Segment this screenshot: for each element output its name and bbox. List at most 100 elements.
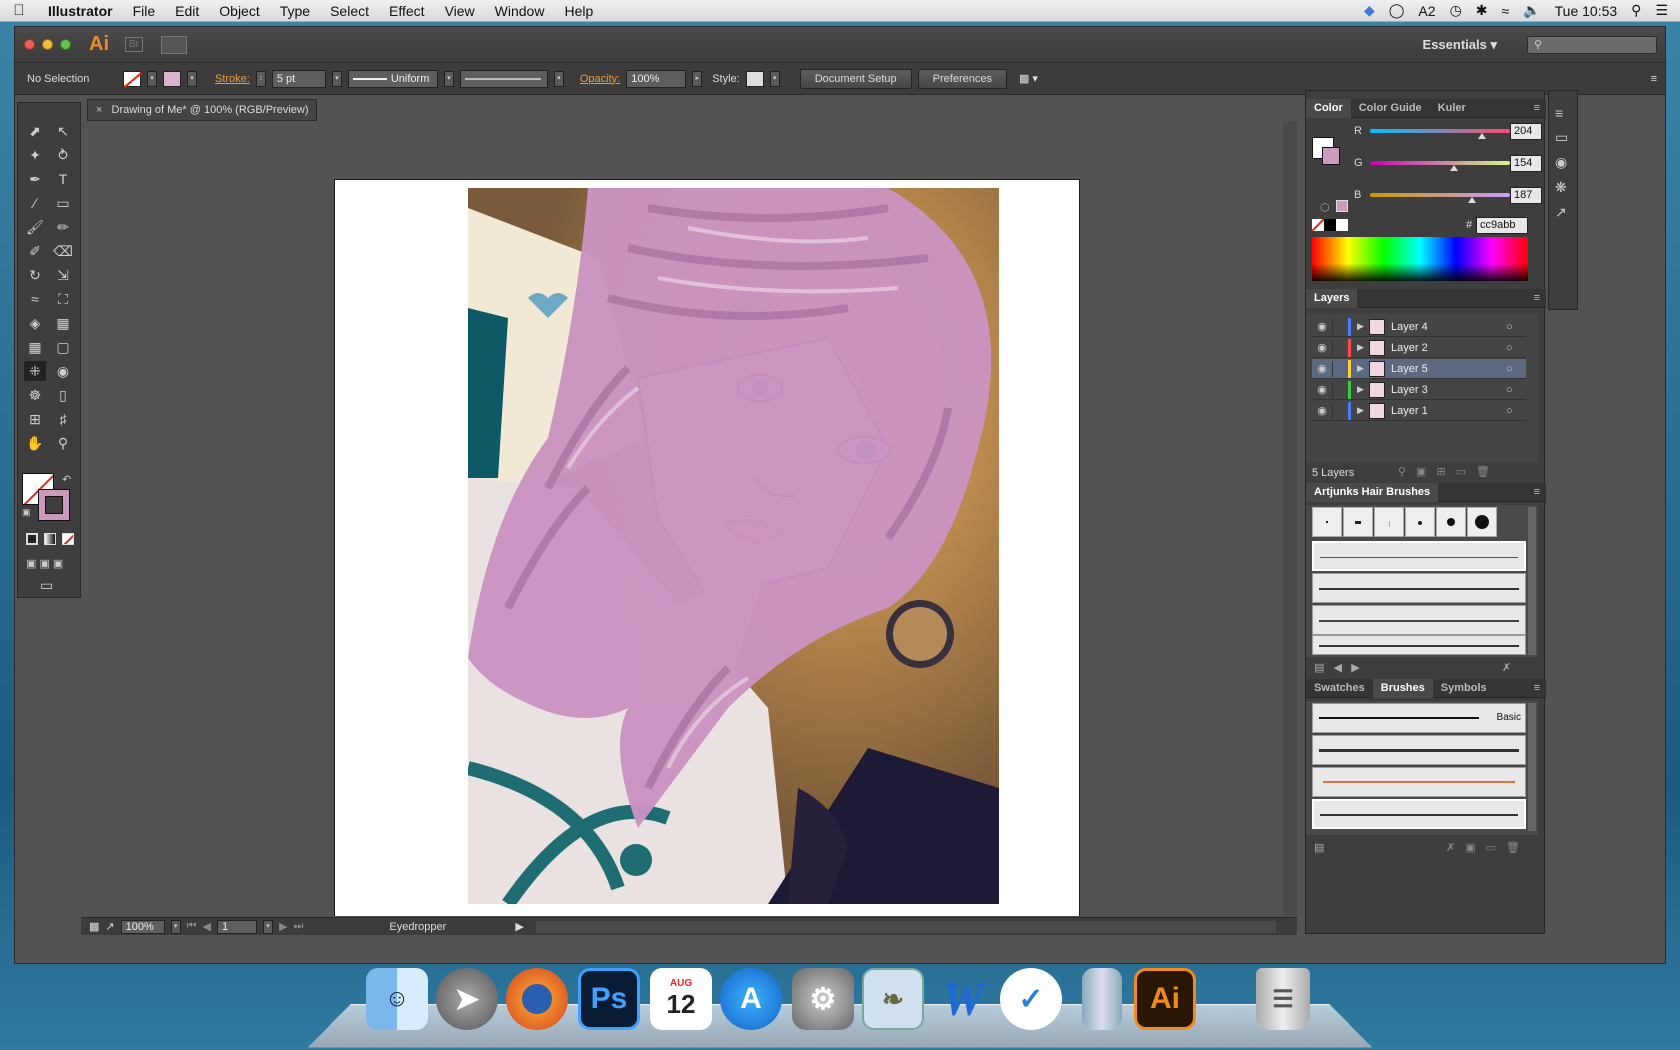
white-swatch[interactable] (1336, 219, 1348, 231)
menu-edit[interactable]: Edit (165, 3, 209, 19)
hair-brushes-menu-icon[interactable]: ≡ (1534, 486, 1540, 498)
direct-selection-tool-icon[interactable]: ↖ (52, 121, 74, 141)
dock-launchpad-icon[interactable]: ➤ (436, 968, 498, 1030)
blend-tool-icon[interactable]: ◉ (52, 361, 74, 381)
dock-system-preferences-icon[interactable]: ⚙ (792, 968, 854, 1030)
arrow-brush[interactable] (1312, 767, 1526, 797)
export-panel-icon[interactable]: ↗ (1555, 204, 1571, 221)
brushes-footer-actions[interactable]: ✗▣▭🗑 (1446, 841, 1530, 854)
lock-toggle[interactable] (1332, 339, 1348, 356)
stroke-weight-dropdown[interactable]: ▾ (331, 70, 342, 87)
document-tab[interactable]: × Drawing of Me* @ 100% (RGB/Preview) (87, 99, 317, 121)
stroke-swatch[interactable] (163, 70, 181, 87)
layer-name[interactable]: Layer 1 (1391, 405, 1506, 417)
dropbox-icon[interactable]: ◆ (1364, 2, 1375, 19)
first-artboard-icon[interactable]: ⏮ (187, 920, 197, 933)
tab-color-guide[interactable]: Color Guide (1351, 102, 1430, 114)
lasso-tool-icon[interactable]: ⥁ (52, 145, 74, 165)
r-value-field[interactable]: 204 (1510, 122, 1542, 140)
transparency-panel-icon[interactable]: ◉ (1555, 154, 1571, 171)
appearance-panel-icon[interactable]: ❋ (1555, 179, 1571, 196)
adobe-updates-icon[interactable]: A2 (1418, 3, 1435, 19)
tab-brushes[interactable]: Brushes (1372, 678, 1433, 698)
slider-knob[interactable] (1450, 165, 1458, 171)
paintbrush-tool-icon[interactable]: 🖌 (24, 217, 46, 237)
panel-menu-strip-icon[interactable]: ≡ (1555, 105, 1571, 121)
eyedropper-tool-icon[interactable]: ⁜ (24, 361, 46, 381)
close-window-button[interactable] (24, 39, 35, 50)
hair-brush-stroke-3[interactable] (1312, 605, 1526, 635)
visibility-eye-icon[interactable]: ◉ (1312, 341, 1332, 354)
hex-value-field[interactable]: cc9abb (1476, 217, 1528, 234)
opacity-field[interactable]: 100% (626, 69, 687, 88)
brush-cell-2[interactable] (1343, 507, 1373, 537)
workspace-switcher[interactable]: Essentials ▾ (1423, 37, 1497, 53)
artboard-dropdown[interactable]: ▾ (263, 919, 273, 934)
brush-cell-3[interactable] (1374, 507, 1404, 537)
stroke-dropdown[interactable]: ▾ (187, 70, 197, 87)
horizontal-scrollbar[interactable] (535, 920, 1276, 933)
width-tool-icon[interactable]: ≈ (24, 289, 46, 309)
rotate-tool-icon[interactable]: ↻ (24, 265, 46, 285)
hair-brush-stroke-2[interactable] (1312, 573, 1526, 603)
tab-symbols[interactable]: Symbols (1433, 682, 1495, 694)
gpu-icon[interactable]: ▩ (89, 920, 99, 933)
menu-illustrator[interactable]: Illustrator (38, 3, 123, 19)
export-icon[interactable]: ↗ (105, 920, 114, 933)
brush-cell-1[interactable] (1312, 507, 1342, 537)
zoom-dropdown[interactable]: ▾ (170, 919, 181, 934)
variable-width-profile[interactable]: Uniform (347, 69, 438, 88)
layer-row[interactable]: ◉ ▶ Layer 5 ○ (1312, 359, 1526, 379)
minimize-window-button[interactable] (42, 39, 53, 50)
g-slider[interactable] (1370, 161, 1510, 165)
selected-brush[interactable] (1312, 799, 1526, 829)
mesh-tool-icon[interactable]: ▦ (24, 337, 46, 357)
gradient-tool-icon[interactable]: ▢ (52, 337, 74, 357)
target-circle-icon[interactable]: ○ (1506, 342, 1526, 354)
close-document-icon[interactable]: × (96, 104, 102, 116)
lock-toggle[interactable] (1332, 360, 1348, 377)
panel-menu-icon[interactable]: ≡ (1651, 73, 1657, 85)
type-tool-icon[interactable]: T (52, 169, 74, 189)
help-search-input[interactable]: ⚲ (1527, 35, 1657, 54)
dock-photoshop-icon[interactable]: Ps (578, 968, 640, 1030)
dock-trash-icon[interactable]: ☰ (1256, 968, 1310, 1030)
brush-definition[interactable] (459, 69, 548, 88)
expand-triangle-icon[interactable]: ▶ (1357, 384, 1369, 395)
layer-name[interactable]: Layer 4 (1391, 321, 1506, 333)
layer-row[interactable]: ◉ ▶ Layer 3 ○ (1312, 380, 1526, 400)
last-artboard-icon[interactable]: ⏭ (293, 920, 303, 933)
stroke-panel-icon[interactable]: ▭ (1555, 129, 1571, 146)
brushes-footer-icons[interactable]: ▤ (1314, 841, 1324, 854)
color-mode-icon[interactable] (26, 533, 38, 545)
preferences-button[interactable]: Preferences (917, 68, 1007, 89)
vertical-scrollbar[interactable] (1283, 121, 1297, 916)
layers-panel-menu-icon[interactable]: ≡ (1534, 292, 1540, 304)
brush-dropdown[interactable]: ▾ (553, 70, 564, 87)
pencil-tool-icon[interactable]: ✏ (52, 217, 74, 237)
stroke-weight-field[interactable]: 5 pt (271, 69, 326, 88)
black-swatch[interactable] (1324, 219, 1336, 231)
slider-knob[interactable] (1478, 133, 1486, 139)
menu-type[interactable]: Type (270, 3, 320, 19)
dock-preview-icon[interactable]: ❧ (862, 968, 924, 1030)
draw-mode-icon[interactable]: ▣ ▣ ▣ (26, 557, 63, 570)
symbol-sprayer-tool-icon[interactable]: ☸ (24, 385, 46, 405)
document-setup-button[interactable]: Document Setup (799, 68, 912, 89)
target-circle-icon[interactable]: ○ (1506, 405, 1526, 417)
expand-triangle-icon[interactable]: ▶ (1357, 342, 1369, 353)
rectangle-tool-icon[interactable]: ▭ (52, 193, 74, 213)
charcoal-brush[interactable] (1312, 735, 1526, 765)
profile-dropdown[interactable]: ▾ (443, 70, 454, 87)
fill-dropdown[interactable]: ▾ (147, 70, 157, 87)
fill-swatch[interactable] (123, 70, 141, 87)
magic-wand-tool-icon[interactable]: ✦ (24, 145, 46, 165)
stroke-stepper[interactable]: ↕ (255, 70, 266, 87)
target-circle-icon[interactable]: ○ (1506, 321, 1526, 333)
slider-knob[interactable] (1468, 197, 1477, 203)
visibility-eye-icon[interactable]: ◉ (1312, 404, 1332, 417)
style-swatch[interactable] (745, 70, 764, 87)
dock-app-store-icon[interactable]: A (720, 968, 782, 1030)
menu-object[interactable]: Object (209, 3, 269, 19)
prev-artboard-icon[interactable]: ◀ (203, 920, 211, 933)
